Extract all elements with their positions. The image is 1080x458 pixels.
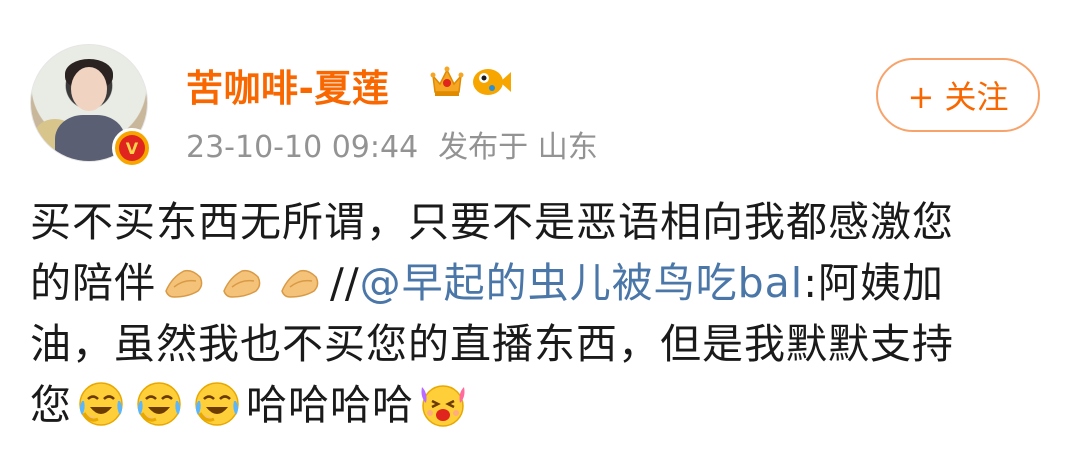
post-line: 您哈哈哈哈 <box>30 375 1050 436</box>
laughing-crying-icon <box>137 382 181 426</box>
fish-icon <box>473 69 511 95</box>
timestamp: 23-10-10 09:44 <box>186 130 419 165</box>
location: 发布于 山东 <box>438 130 598 165</box>
post-meta: 23-10-10 09:44 发布于 山东 <box>186 122 598 166</box>
mention-link[interactable]: @早起的虫儿被鸟吃bal <box>360 259 804 307</box>
weibo-post: V 苦咖啡-夏莲 23-10-10 09:44 发布于 山东 + 关注 买不买东西… <box>0 0 1080 458</box>
crown-icon <box>430 66 464 96</box>
post-line: 买不买东西无所谓，只要不是恶语相向我都感激您 <box>30 198 954 246</box>
laughing-crying-icon <box>195 382 239 426</box>
post-line: 的陪伴//@早起的虫儿被鸟吃bal:阿姨加 <box>30 259 945 307</box>
username[interactable]: 苦咖啡-夏莲 <box>186 58 389 112</box>
avatar[interactable]: V <box>30 44 152 168</box>
post-line: 油，虽然我也不买您的直播东西，但是我默默支持 <box>30 320 954 368</box>
laughing-crying-icon <box>79 382 123 426</box>
follow-button[interactable]: + 关注 <box>876 58 1040 132</box>
praying-hands-icon <box>165 269 203 298</box>
praying-hands-icon <box>281 269 319 298</box>
praying-hands-icon <box>223 269 261 298</box>
post-content: 买不买东西无所谓，只要不是恶语相向我都感激您 的陪伴//@早起的虫儿被鸟吃bal… <box>30 192 1050 436</box>
excited-face-icon <box>421 385 465 427</box>
verified-badge-icon: V <box>112 128 152 168</box>
